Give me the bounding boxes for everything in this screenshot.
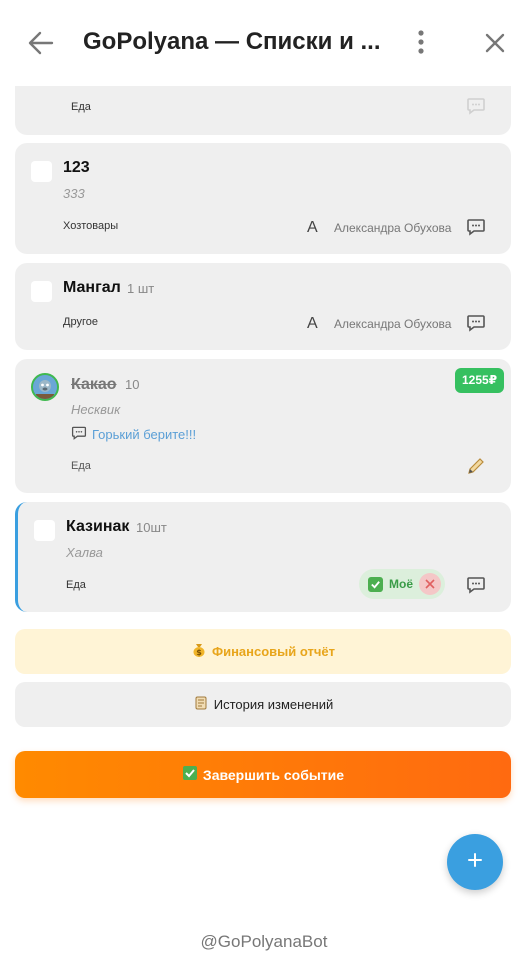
finance-report-label: Финансовый отчёт — [211, 644, 336, 659]
item-category: Хозтовары — [63, 220, 119, 232]
item-name: Мангал — [63, 279, 121, 296]
close-icon[interactable] — [482, 30, 508, 56]
comment-icon[interactable] — [466, 96, 486, 116]
item-quantity: 10 — [125, 377, 140, 392]
item-subtitle: 333 — [63, 186, 85, 201]
check-box-icon — [182, 765, 198, 784]
item-quantity: 1 шт — [127, 281, 155, 296]
item-name: Какао — [71, 376, 117, 393]
list-item[interactable]: Казинак 10шт Халва Еда Моё — [15, 502, 511, 612]
item-category: Еда — [66, 579, 86, 591]
assignee-name: Александра Обухова — [334, 221, 452, 235]
assignee-name: Александра Обухова — [334, 317, 452, 331]
item-checkbox[interactable] — [34, 520, 55, 541]
check-icon — [368, 576, 383, 592]
add-item-button[interactable] — [447, 834, 503, 890]
item-category: Другое — [63, 316, 98, 328]
avatar — [31, 373, 59, 401]
mine-label: Моё — [389, 577, 413, 591]
list-item[interactable]: Мангал 1 шт Другое А Александра Обухова — [15, 263, 511, 350]
more-vertical-icon[interactable] — [410, 28, 432, 58]
pencil-icon[interactable] — [466, 456, 486, 476]
change-history-button[interactable]: История изменений — [15, 682, 511, 727]
finish-event-button[interactable]: Завершить событие — [15, 751, 511, 798]
page-title: GoPolyana — Списки и ... — [83, 28, 381, 55]
remove-icon[interactable] — [419, 573, 441, 595]
comment-icon[interactable] — [466, 575, 486, 595]
item-category: Еда — [71, 101, 91, 113]
back-arrow-icon[interactable] — [26, 28, 56, 58]
item-checkbox[interactable] — [31, 161, 52, 182]
comment-icon[interactable] — [466, 217, 486, 237]
money-bag-icon: $ — [191, 642, 207, 661]
assignee-initial: А — [307, 315, 318, 332]
price-badge: 1255₽ — [455, 368, 505, 393]
comment-icon — [71, 425, 87, 444]
bot-handle: @GoPolyanaBot — [200, 932, 328, 951]
scroll-icon — [193, 695, 209, 714]
change-history-label: История изменений — [213, 697, 334, 712]
item-category: Еда — [71, 460, 91, 472]
plus-icon — [467, 852, 483, 873]
list-item[interactable]: Какао 10 1255₽ Несквик Горький берите!!!… — [15, 359, 511, 493]
item-name: Казинак — [66, 518, 130, 535]
assignee-initial: А — [307, 219, 318, 236]
finish-event-label: Завершить событие — [202, 766, 345, 783]
item-quantity: 10шт — [136, 520, 167, 535]
item-checkbox[interactable] — [31, 281, 52, 302]
item-name: 123 — [63, 159, 90, 176]
mine-badge[interactable]: Моё — [359, 569, 445, 599]
comment-icon[interactable] — [466, 313, 486, 333]
item-comment: Горький берите!!! — [71, 425, 196, 444]
item-comment-text: Горький берите!!! — [92, 427, 197, 442]
list-item[interactable]: 123 333 Хозтовары А Александра Обухова — [15, 143, 511, 254]
item-subtitle: Халва — [66, 545, 103, 560]
svg-text:$: $ — [196, 648, 202, 657]
item-subtitle: Несквик — [71, 402, 121, 417]
app-header: GoPolyana — Списки и ... — [0, 0, 528, 86]
finance-report-button[interactable]: $ Финансовый отчёт — [15, 629, 511, 674]
